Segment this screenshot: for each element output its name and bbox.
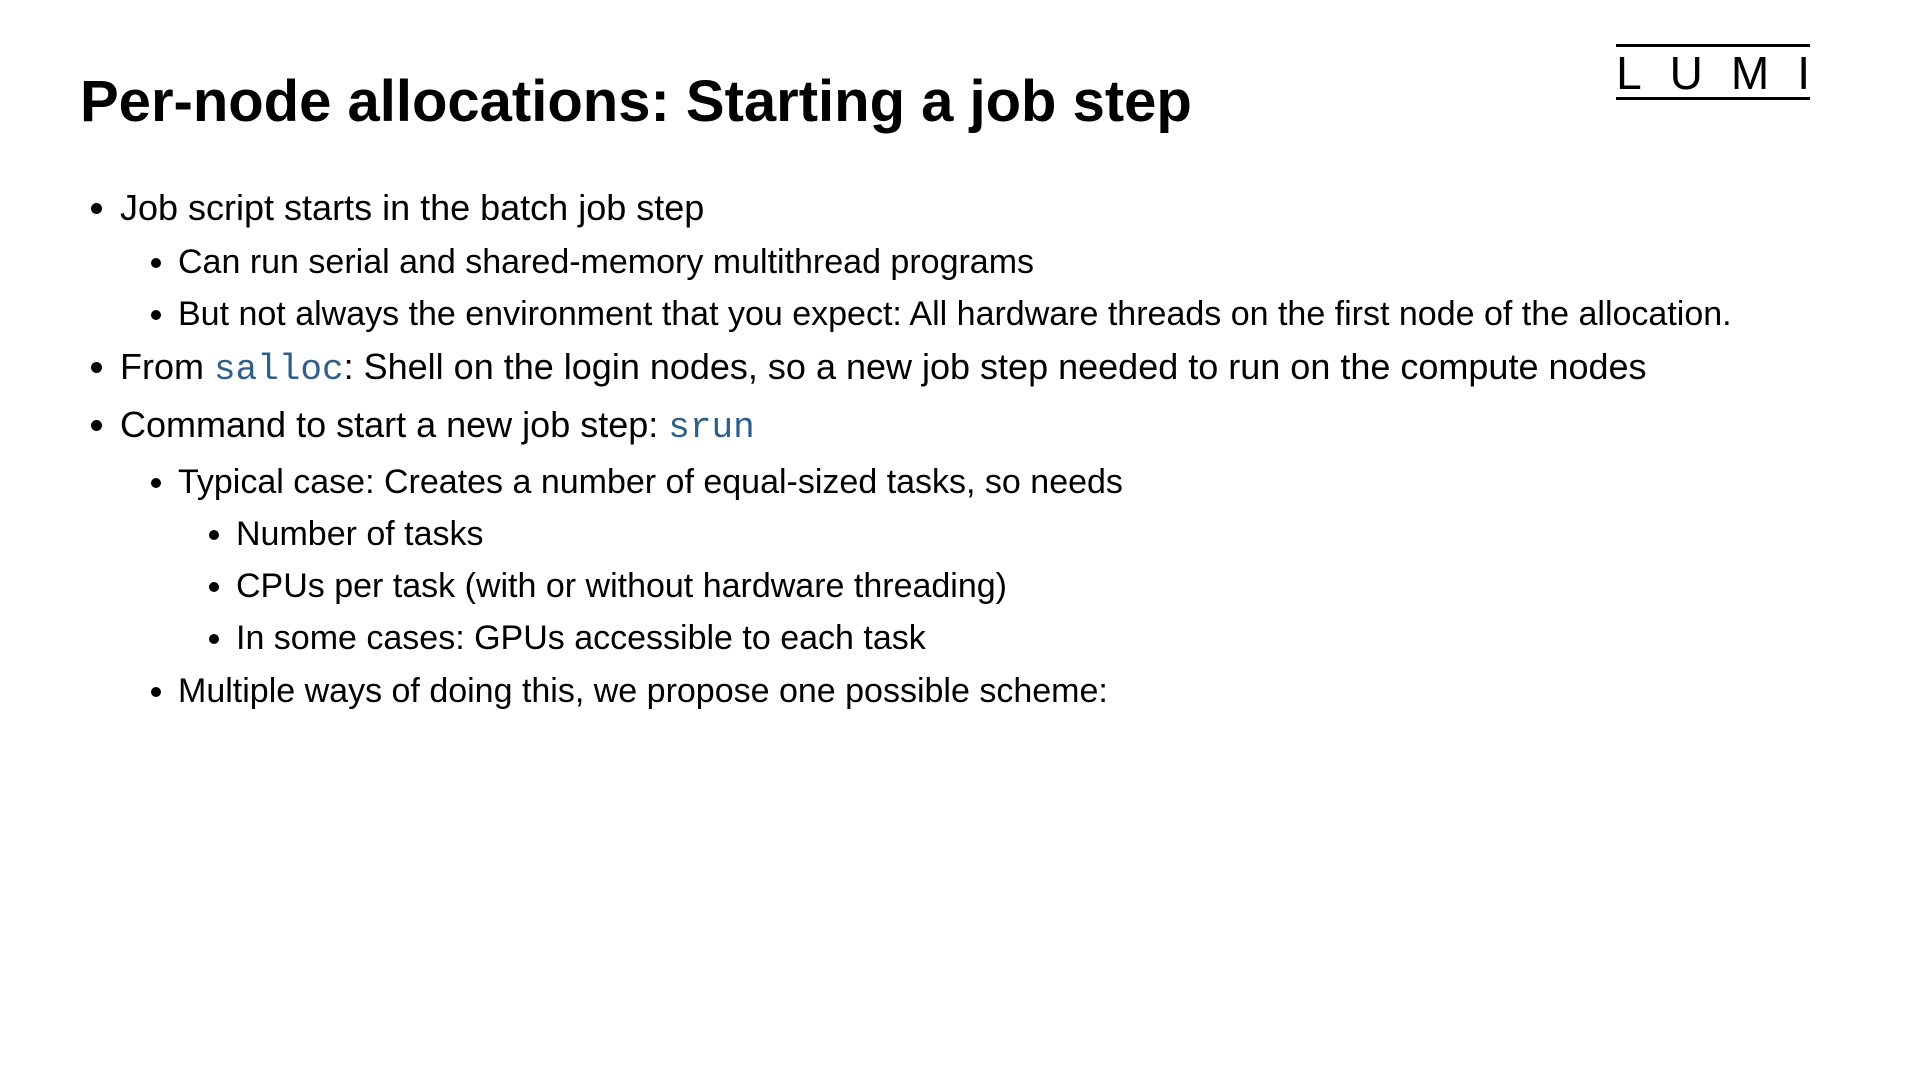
bullet-item: From salloc: Shell on the login nodes, s… [120,344,1840,394]
logo-text: LUMI [1616,47,1838,99]
bullet-text: But not always the environment that you … [178,295,1732,333]
bullet-text: Can run serial and shared-memory multith… [178,243,1034,281]
bullet-item: But not always the environment that you … [178,292,1840,336]
bullet-item: Number of tasks [236,512,1840,556]
bullet-item: Job script starts in the batch job step … [120,185,1840,336]
bullet-item: Multiple ways of doing this, we propose … [178,669,1840,713]
logo: LUMI [1614,50,1840,96]
bullet-text: Job script starts in the batch job step [120,187,704,228]
bullet-item: Typical case: Creates a number of equal-… [178,460,1840,661]
slide: LUMI Per-node allocations: Starting a jo… [0,0,1920,1080]
bullet-item: Can run serial and shared-memory multith… [178,240,1840,284]
bullet-text: Typical case: Creates a number of equal-… [178,463,1123,501]
bullet-item: Command to start a new job step: srun Ty… [120,402,1840,713]
bullet-text: : Shell on the login nodes, so a new job… [344,346,1647,387]
code-salloc: salloc [214,349,344,390]
bullet-list: Job script starts in the batch job step … [80,185,1840,713]
bullet-item: CPUs per task (with or without hardware … [236,564,1840,608]
bullet-text: From [120,346,214,387]
bullet-text: In some cases: GPUs accessible to each t… [236,619,926,657]
bullet-text: Number of tasks [236,515,484,553]
code-srun: srun [668,407,754,448]
bullet-text: Multiple ways of doing this, we propose … [178,672,1108,710]
bullet-text: CPUs per task (with or without hardware … [236,567,1007,605]
slide-title: Per-node allocations: Starting a job ste… [80,68,1840,135]
bullet-text: Command to start a new job step: [120,404,668,445]
bullet-item: In some cases: GPUs accessible to each t… [236,616,1840,660]
